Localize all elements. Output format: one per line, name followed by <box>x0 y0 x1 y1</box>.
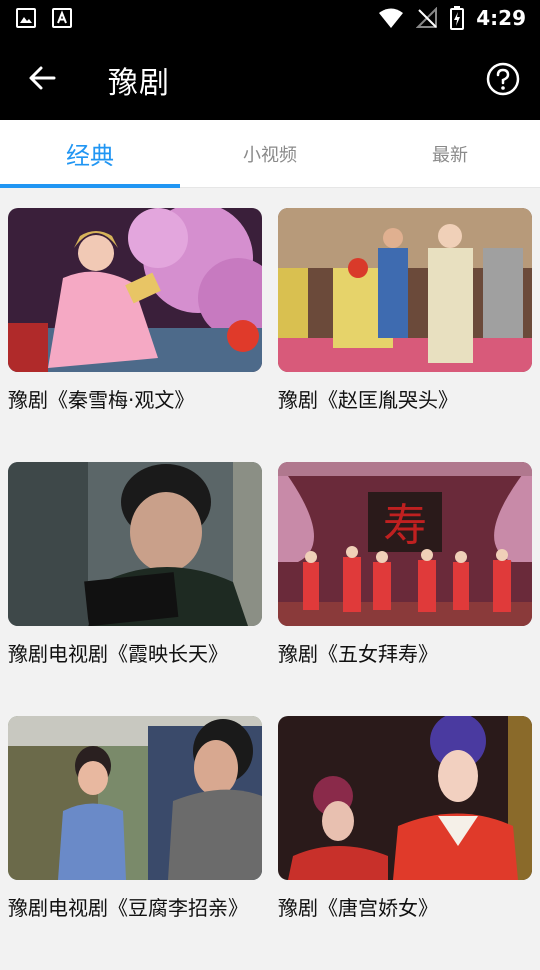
tab-short-video[interactable]: 小视频 <box>180 120 360 187</box>
page-title: 豫剧 <box>108 66 170 101</box>
video-thumbnail[interactable]: 寿 <box>278 462 532 626</box>
image-notification-icon <box>16 8 36 28</box>
tab-latest[interactable]: 最新 <box>360 120 540 187</box>
video-thumbnail[interactable] <box>8 462 262 626</box>
status-time: 4:29 <box>476 6 526 30</box>
svg-text:寿: 寿 <box>383 500 427 551</box>
wifi-icon <box>379 8 404 28</box>
video-card[interactable]: 豫剧电视剧《霞映长天》 <box>8 462 262 716</box>
video-thumbnail[interactable] <box>278 716 532 880</box>
tab-classic[interactable]: 经典 <box>0 120 180 188</box>
video-title: 豫剧电视剧《霞映长天》 <box>8 642 228 666</box>
video-thumbnail[interactable] <box>278 208 532 372</box>
video-thumbnail[interactable] <box>8 208 262 372</box>
video-title: 豫剧《五女拜寿》 <box>278 642 438 666</box>
video-card[interactable]: 豫剧电视剧《豆腐李招亲》 <box>8 716 262 970</box>
no-signal-icon <box>416 7 438 28</box>
status-bar: 4:29 <box>0 0 540 38</box>
video-title: 豫剧电视剧《豆腐李招亲》 <box>8 896 248 920</box>
video-card[interactable]: 豫剧《唐宫娇女》 <box>278 716 532 970</box>
video-title: 豫剧《秦雪梅·观文》 <box>8 388 195 412</box>
video-card[interactable]: 寿 豫剧《五女拜寿》 <box>278 462 532 716</box>
app-header: 豫剧 <box>0 38 540 120</box>
video-grid: 豫剧《秦雪梅·观文》 豫剧《赵匡胤哭头》 豫剧电视剧《霞映长天》 寿 豫剧《五女… <box>8 208 532 970</box>
video-thumbnail[interactable] <box>8 716 262 880</box>
video-title: 豫剧《赵匡胤哭头》 <box>278 388 458 412</box>
battery-charging-icon <box>450 6 465 30</box>
help-icon[interactable] <box>486 62 520 96</box>
tab-bar: 经典 小视频 最新 <box>0 120 540 188</box>
video-card[interactable]: 豫剧《赵匡胤哭头》 <box>278 208 532 462</box>
back-arrow-icon[interactable] <box>24 60 60 96</box>
font-notification-icon <box>52 8 72 28</box>
video-card[interactable]: 豫剧《秦雪梅·观文》 <box>8 208 262 462</box>
video-title: 豫剧《唐宫娇女》 <box>278 896 438 920</box>
